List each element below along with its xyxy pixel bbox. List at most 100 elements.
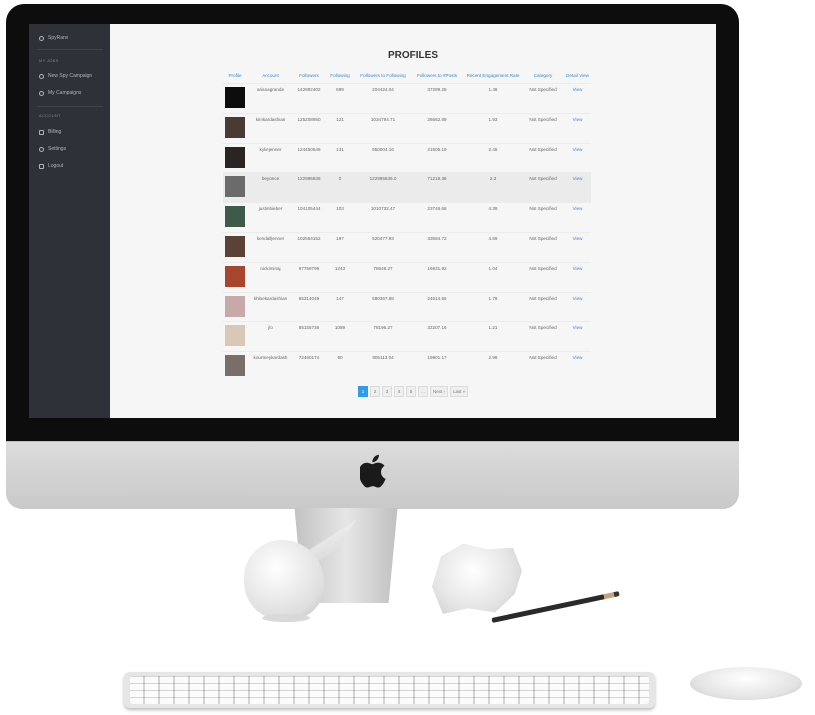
column-header-followers[interactable]: Followers [294,68,324,84]
following-cell: 103 [324,202,356,233]
view-link[interactable]: View [573,176,583,181]
column-header-engagement-rate[interactable]: Recent Engagement Rate [464,68,522,84]
brand-icon [39,35,44,41]
table-row: arianagrande 142892402 699 204424.04 372… [223,83,591,114]
following-cell: 121 [324,112,356,144]
column-header-profile[interactable]: Profile [223,68,247,84]
view-link[interactable]: View [573,296,583,301]
view-link[interactable]: View [573,266,583,271]
engagement-rate-cell: 2.98 [464,351,522,382]
profile-thumbnail[interactable] [225,206,245,228]
table-row: jlo 85155736 1089 78196.27 32207.16 1.21… [223,321,591,352]
category-cell: Not Specified [522,142,564,173]
profile-thumbnail[interactable] [225,355,245,377]
sidebar-item-logout[interactable]: Logout [39,163,63,169]
view-link[interactable]: View [573,117,583,122]
followers-cell: 124450545 [294,142,324,173]
profile-cell [223,142,247,173]
followers-cell: 122995835 [294,172,324,203]
table-row: beyonce 122995835 0 122995835.0 71219.36… [223,172,591,203]
column-header-account[interactable]: Account [247,68,294,84]
followers-to-posts-cell: 37289.25 [410,83,464,114]
sidebar-divider [37,106,103,107]
last-page-button[interactable]: Last » [450,386,469,397]
gear-icon [39,146,44,152]
account-cell: kendalljenner [247,231,294,263]
followers-to-posts-cell: 26662.89 [410,112,464,144]
profile-thumbnail[interactable] [225,87,245,108]
profile-thumbnail[interactable] [225,295,245,317]
column-header-followers-to-posts[interactable]: Followers to #Posts [410,68,464,84]
sidebar-item-settings[interactable]: Settings [39,146,66,152]
view-link[interactable]: View [573,87,583,92]
view-link[interactable]: View [573,355,583,360]
column-header-detail-view[interactable]: Detail View [564,68,591,84]
view-link[interactable]: View [573,147,583,152]
table-row: nickiminaj 97759799 1243 78648.27 16831.… [223,261,591,293]
column-header-followers-to-following[interactable]: Followers to Following [356,68,410,84]
column-header-category[interactable]: Category [522,68,564,84]
sidebar-brand[interactable]: SpyRanx [39,35,68,41]
followers-to-posts-cell: 23746.68 [410,202,464,233]
account-cell: beyonce [247,172,294,203]
page-button-5[interactable]: 5 [406,386,416,397]
sidebar-item-billing[interactable]: Billing [39,129,61,135]
sidebar-item-my-campaigns[interactable]: My Campaigns [39,90,81,96]
profile-cell [223,351,247,382]
page-button-1[interactable]: 1 [358,386,368,397]
following-cell: 131 [324,142,356,173]
account-cell: nickiminaj [247,261,294,293]
followers-to-following-cell: 1010732.47 [356,202,410,233]
category-cell: Not Specified [522,321,564,352]
profile-thumbnail[interactable] [225,116,245,138]
following-cell: 0 [324,172,356,203]
following-cell: 1089 [324,321,356,352]
profile-thumbnail[interactable] [225,265,245,287]
followers-cell: 102554152 [294,231,324,263]
profile-thumbnail[interactable] [225,235,245,257]
profile-thumbnail[interactable] [225,325,245,347]
engagement-rate-cell: 2.3 [464,172,522,203]
campaign-icon [39,90,44,96]
profile-cell [223,261,247,293]
followers-to-following-cell: 950004.16 [356,142,410,173]
category-cell: Not Specified [522,291,564,322]
followers-to-following-cell: 805113.04 [356,351,410,382]
detail-view-cell: View [564,351,591,382]
account-cell: khloekardashian [247,291,294,322]
followers-to-following-cell: 580367.68 [356,291,410,322]
account-cell: kyliejenner [247,142,294,173]
view-link[interactable]: View [573,236,583,241]
page-button-3[interactable]: 3 [382,386,392,397]
table-row: kyliejenner 124450545 131 950004.16 2150… [223,142,591,173]
table-row: kimkardashian 125208950 121 1034784.71 2… [223,112,591,144]
screen: SpyRanx MY JOBS New Spy Campaign My Camp… [29,24,716,418]
following-cell: 699 [324,83,356,114]
table-header-row: Profile Account Followers Following Foll… [223,68,591,84]
detail-view-cell: View [564,202,591,233]
category-cell: Not Specified [522,83,564,114]
detail-view-cell: View [564,83,591,114]
profile-thumbnail[interactable] [225,146,245,168]
page-button-2[interactable]: 2 [370,386,380,397]
detail-view-cell: View [564,142,591,173]
next-page-button[interactable]: Next › [430,386,449,397]
detail-view-cell: View [564,172,591,203]
engagement-rate-cell: 1.21 [464,321,522,352]
sidebar-item-label: Logout [48,163,64,169]
following-cell: 90 [324,351,356,382]
page-button-4[interactable]: 4 [394,386,404,397]
bird-figurine-base [262,614,310,622]
table-row: khloekardashian 85314049 147 580367.68 2… [223,291,591,322]
sidebar-item-label: New Spy Campaign [48,73,93,79]
profile-thumbnail[interactable] [225,176,245,198]
sidebar-item-new-spy-campaign[interactable]: New Spy Campaign [39,73,92,79]
account-cell: kourtneykardash [247,351,294,382]
followers-cell: 142892402 [294,83,324,114]
search-icon [39,73,44,79]
column-header-following[interactable]: Following [324,68,356,84]
view-link[interactable]: View [573,206,583,211]
followers-cell: 104105444 [294,202,324,233]
view-link[interactable]: View [573,325,583,330]
account-cell: justinbieber [247,202,294,233]
